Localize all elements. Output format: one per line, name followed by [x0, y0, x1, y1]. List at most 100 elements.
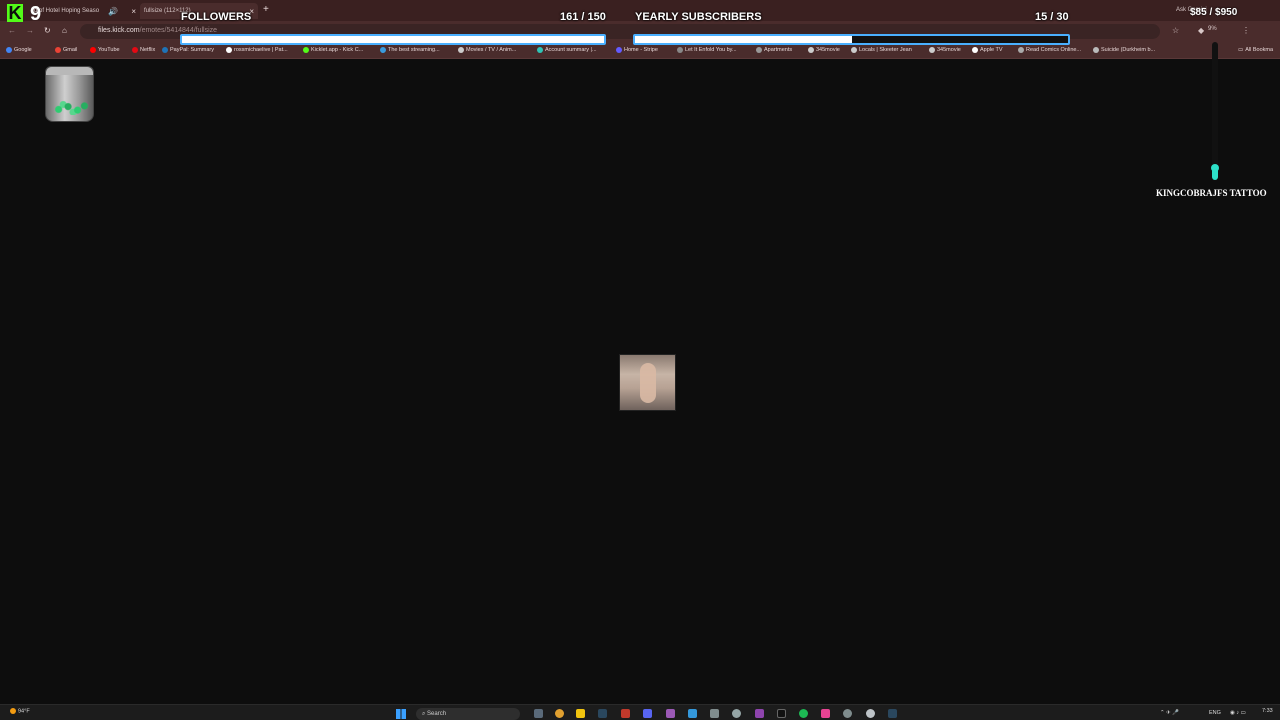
- bookmark-item[interactable]: YouTube: [90, 47, 120, 53]
- clock[interactable]: 7:33: [1262, 708, 1273, 714]
- task-view-icon[interactable]: [534, 709, 543, 718]
- bookmark-item[interactable]: Suicide (Durkheim b...: [1093, 47, 1155, 53]
- subscribers-progress-bar: [633, 34, 1070, 45]
- bookmark-item[interactable]: Netflix: [132, 47, 155, 53]
- bookmark-favicon-icon: [90, 47, 96, 53]
- bookmark-label: PayPal: Summary: [170, 47, 215, 53]
- bookmark-item[interactable]: Locals | Skeeter Jean: [851, 47, 912, 53]
- kick-logo: K: [7, 3, 23, 23]
- tray-icons[interactable]: ⌃ ✈ 🎤: [1160, 710, 1179, 716]
- donation-goal-text: $85 / $950: [1190, 7, 1238, 18]
- bookmark-favicon-icon: [537, 47, 543, 53]
- donation-meter-knob: [1211, 164, 1219, 172]
- app-icon[interactable]: [621, 709, 630, 718]
- followers-progress-bar: [180, 34, 606, 45]
- url-text[interactable]: files.kick.com/emotes/5414844/fullsize: [98, 27, 217, 34]
- bookmark-item[interactable]: 345movie: [808, 47, 840, 53]
- followers-progress-fill: [182, 36, 604, 43]
- bookmark-label: Apartments: [764, 47, 793, 53]
- bookmark-label: Netflix: [140, 47, 156, 53]
- language-indicator[interactable]: ENG: [1209, 710, 1221, 716]
- discord-icon[interactable]: [643, 709, 652, 718]
- reload-icon[interactable]: ↻: [44, 26, 51, 35]
- windows-start-icon[interactable]: [396, 709, 406, 719]
- all-bookmarks[interactable]: ▭ All Bookma: [1238, 47, 1273, 53]
- bookmark-item[interactable]: Movies / TV / Anim...: [458, 47, 516, 53]
- spotify-icon[interactable]: [799, 709, 808, 718]
- openai-icon[interactable]: [732, 709, 741, 718]
- jar-rim: [46, 67, 93, 75]
- app-icon[interactable]: [710, 709, 719, 718]
- steam-icon[interactable]: [598, 709, 607, 718]
- tab-stream[interactable]: d of Hotel Hoping Seaso 🔊 ×: [30, 3, 140, 19]
- bookmark-label: Movies / TV / Anim...: [466, 47, 517, 53]
- bookmark-favicon-icon: [616, 47, 622, 53]
- x-icon[interactable]: [777, 709, 786, 718]
- bookmark-item[interactable]: Account summary |...: [537, 47, 597, 53]
- app-icon[interactable]: [755, 709, 764, 718]
- subscribers-count: 15 / 30: [1035, 11, 1069, 23]
- app-icon[interactable]: [821, 709, 830, 718]
- followers-count: 161 / 150: [560, 11, 606, 23]
- bookmark-label: 345movie: [937, 47, 961, 53]
- subscribers-label: YEARLY SUBSCRIBERS: [635, 11, 762, 23]
- bookmark-favicon-icon: [808, 47, 814, 53]
- obs-icon[interactable]: [866, 709, 875, 718]
- bookmark-label: Read Comics Online...: [1026, 47, 1082, 53]
- bookmark-item[interactable]: rossmichaelive | Pat...: [226, 47, 288, 53]
- bookmark-favicon-icon: [972, 47, 978, 53]
- bookmark-label: Locals | Skeeter Jean: [859, 47, 912, 53]
- bookmark-label: Let It Enfold You by...: [685, 47, 737, 53]
- bookmark-item[interactable]: Kicklet.app - Kick C...: [303, 47, 363, 53]
- bookmark-item[interactable]: Google: [6, 47, 32, 53]
- chrome-icon[interactable]: [555, 709, 564, 718]
- steam-icon[interactable]: [888, 709, 897, 718]
- bookmark-favicon-icon: [303, 47, 309, 53]
- emote-image[interactable]: [619, 354, 676, 411]
- taskbar-search[interactable]: ⌕ Search: [416, 708, 520, 720]
- forward-icon[interactable]: →: [26, 26, 34, 35]
- bookmark-item[interactable]: Gmail: [55, 47, 77, 53]
- bookmark-item[interactable]: Let It Enfold You by...: [677, 47, 737, 53]
- app-icon[interactable]: [666, 709, 675, 718]
- close-icon[interactable]: ×: [131, 7, 136, 16]
- app-icon[interactable]: [688, 709, 697, 718]
- bookmark-label: Apple TV: [980, 47, 1003, 53]
- speaker-icon[interactable]: 🔊: [108, 7, 118, 16]
- bookmark-favicon-icon: [380, 47, 386, 53]
- star-icon[interactable]: ☆: [1172, 26, 1179, 35]
- bookmark-label: YouTube: [98, 47, 120, 53]
- folder-icon: ▭: [1238, 47, 1244, 53]
- bookmark-item[interactable]: Read Comics Online...: [1018, 47, 1081, 53]
- extension-icon[interactable]: ◆: [1198, 26, 1204, 35]
- all-bookmarks-label: All Bookma: [1245, 47, 1274, 53]
- extension-percent: 9%: [1208, 26, 1217, 32]
- bookmark-item[interactable]: Apartments: [756, 47, 792, 53]
- bookmark-item[interactable]: Home - Stripe: [616, 47, 658, 53]
- taskbar: [0, 704, 1280, 720]
- weather-widget[interactable]: 94°F: [10, 708, 30, 714]
- home-icon[interactable]: ⌂: [62, 26, 67, 35]
- bookmark-favicon-icon: [677, 47, 683, 53]
- bookmark-item[interactable]: Apple TV: [972, 47, 1003, 53]
- bookmark-label: The best streaming...: [388, 47, 440, 53]
- folder-icon[interactable]: [576, 709, 585, 718]
- bookmark-favicon-icon: [756, 47, 762, 53]
- bookmark-favicon-icon: [458, 47, 464, 53]
- bookmark-label: rossmichaelive | Pat...: [234, 47, 288, 53]
- bookmark-favicon-icon: [851, 47, 857, 53]
- back-icon[interactable]: ←: [8, 26, 16, 35]
- subscribers-progress-fill: [635, 36, 852, 43]
- bookmark-favicon-icon: [162, 47, 168, 53]
- plus-icon[interactable]: +: [263, 4, 269, 15]
- url-path: /emotes/5414844/fullsize: [139, 27, 218, 34]
- settings-icon[interactable]: [843, 709, 852, 718]
- bookmark-label: Account summary |...: [545, 47, 597, 53]
- bookmark-item[interactable]: PayPal: Summary: [162, 47, 214, 53]
- menu-icon[interactable]: ⋮: [1242, 26, 1250, 35]
- bookmark-favicon-icon: [1093, 47, 1099, 53]
- bookmark-item[interactable]: 345movie: [929, 47, 961, 53]
- bookmark-label: 345movie: [816, 47, 840, 53]
- bookmark-item[interactable]: The best streaming...: [380, 47, 440, 53]
- network-sound-icons[interactable]: ◉ ♪ ▭: [1230, 710, 1246, 716]
